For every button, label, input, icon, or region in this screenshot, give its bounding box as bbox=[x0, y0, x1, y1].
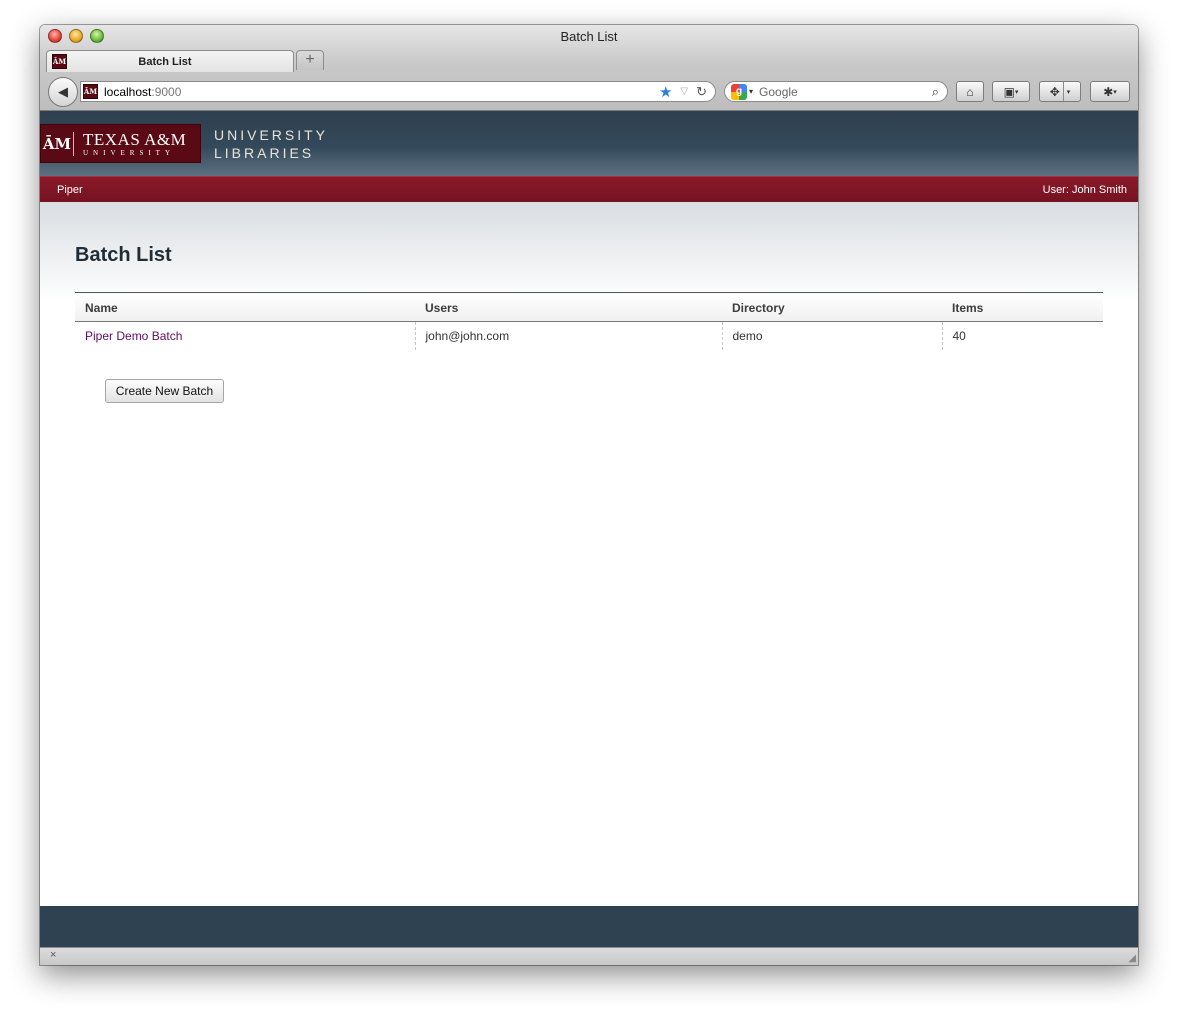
chevron-down-icon: ▾ bbox=[1113, 88, 1117, 96]
libraries-wordmark: UNIVERSITY LIBRARIES bbox=[214, 127, 329, 161]
reload-icon[interactable]: ↻ bbox=[696, 84, 707, 100]
site-identity-icon[interactable]: ĀM bbox=[83, 84, 98, 99]
site-footer bbox=[40, 906, 1138, 947]
tab-batch-list[interactable]: ĀM Batch List bbox=[46, 50, 294, 72]
resize-grip-icon[interactable]: ◢ bbox=[1128, 953, 1136, 964]
chevron-down-icon: ▾ bbox=[1014, 88, 1019, 96]
url-bar-actions: ★ ▽ ↻ bbox=[659, 83, 707, 101]
table-header-row: Name Users Directory Items bbox=[75, 292, 1103, 322]
site-header: ĀM TEXAS A&M UNIVERSITY UNIVERSITY LIBRA… bbox=[40, 111, 1138, 176]
logo-subtitle: UNIVERSITY bbox=[83, 148, 175, 157]
addon-button[interactable]: ✥ ▾ bbox=[1039, 81, 1081, 102]
web-page: ĀM TEXAS A&M UNIVERSITY UNIVERSITY LIBRA… bbox=[40, 111, 1138, 947]
url-bar[interactable]: ĀM localhost:9000 ★ ▽ ↻ bbox=[80, 81, 716, 102]
url-host: localhost bbox=[104, 84, 152, 99]
search-engine-dropdown-icon[interactable]: ▾ bbox=[749, 87, 753, 96]
column-header-directory: Directory bbox=[722, 292, 942, 322]
column-header-name: Name bbox=[75, 292, 415, 322]
window-title: Batch List bbox=[560, 29, 618, 44]
bookmarks-button[interactable]: ▣ ▾ bbox=[992, 81, 1030, 102]
url-history-dropdown-icon[interactable]: ▽ bbox=[680, 86, 688, 97]
home-icon: ⌂ bbox=[966, 84, 974, 99]
url-port: :9000 bbox=[151, 84, 182, 99]
back-arrow-icon: ◀ bbox=[58, 84, 68, 99]
bookmarks-icon: ▣ bbox=[1003, 84, 1015, 99]
home-button[interactable]: ⌂ bbox=[956, 81, 984, 102]
logo-wordmark: TEXAS A&M bbox=[83, 129, 187, 149]
browser-chrome: Batch List ĀM Batch List + ◀ ĀM localhos… bbox=[40, 25, 1138, 111]
table-row: Piper Demo Batch john@john.com demo 40 bbox=[75, 321, 1103, 350]
create-new-batch-button[interactable]: Create New Batch bbox=[105, 379, 224, 403]
main-content: Batch List Name Users Directory Items Pi… bbox=[40, 202, 1138, 908]
search-icon[interactable]: ⌕ bbox=[932, 84, 939, 100]
batch-table: Name Users Directory Items Piper Demo Ba… bbox=[75, 292, 1103, 350]
chevron-down-icon[interactable]: ▾ bbox=[1067, 88, 1071, 96]
google-engine-icon[interactable]: g bbox=[731, 83, 747, 100]
current-user-label: User: John Smith bbox=[1042, 183, 1127, 196]
batch-items-cell: 40 bbox=[941, 321, 1103, 350]
close-icon[interactable]: × bbox=[50, 949, 56, 961]
tab-strip: ĀM Batch List + bbox=[40, 48, 1138, 72]
extension-icon: ✱ bbox=[1103, 84, 1114, 99]
status-bar: × ◢ bbox=[40, 947, 1138, 965]
site-navbar: Piper User: John Smith bbox=[40, 176, 1138, 202]
browser-window: Batch List ĀM Batch List + ◀ ĀM localhos… bbox=[40, 25, 1138, 965]
app-name-link[interactable]: Piper bbox=[57, 184, 83, 196]
tamu-favicon-icon: ĀM bbox=[52, 54, 67, 69]
bookmark-star-icon[interactable]: ★ bbox=[659, 83, 672, 101]
batch-directory-cell: demo bbox=[721, 321, 942, 350]
batch-name-link[interactable]: Piper Demo Batch bbox=[85, 329, 182, 343]
tamu-logo[interactable]: ĀM TEXAS A&M UNIVERSITY bbox=[40, 124, 201, 163]
search-placeholder: Google bbox=[759, 84, 798, 99]
tab-label: Batch List bbox=[138, 55, 192, 68]
atm-mark-icon: ĀM bbox=[42, 134, 72, 153]
new-tab-button[interactable]: + bbox=[296, 50, 324, 70]
batch-users-cell: john@john.com bbox=[414, 321, 722, 350]
column-header-items: Items bbox=[942, 292, 1103, 322]
back-button[interactable]: ◀ bbox=[48, 77, 78, 107]
column-header-users: Users bbox=[415, 292, 722, 322]
navigation-toolbar: ◀ ĀM localhost:9000 ★ ▽ ↻ g ▾ Google ⌕ ⌂ bbox=[40, 73, 1138, 109]
search-bar[interactable]: g ▾ Google ⌕ bbox=[724, 81, 948, 102]
page-title: Batch List bbox=[75, 244, 172, 266]
extension-menu-button[interactable]: ✱ ▾ bbox=[1090, 81, 1130, 102]
addon-icon: ✥ bbox=[1049, 84, 1060, 99]
